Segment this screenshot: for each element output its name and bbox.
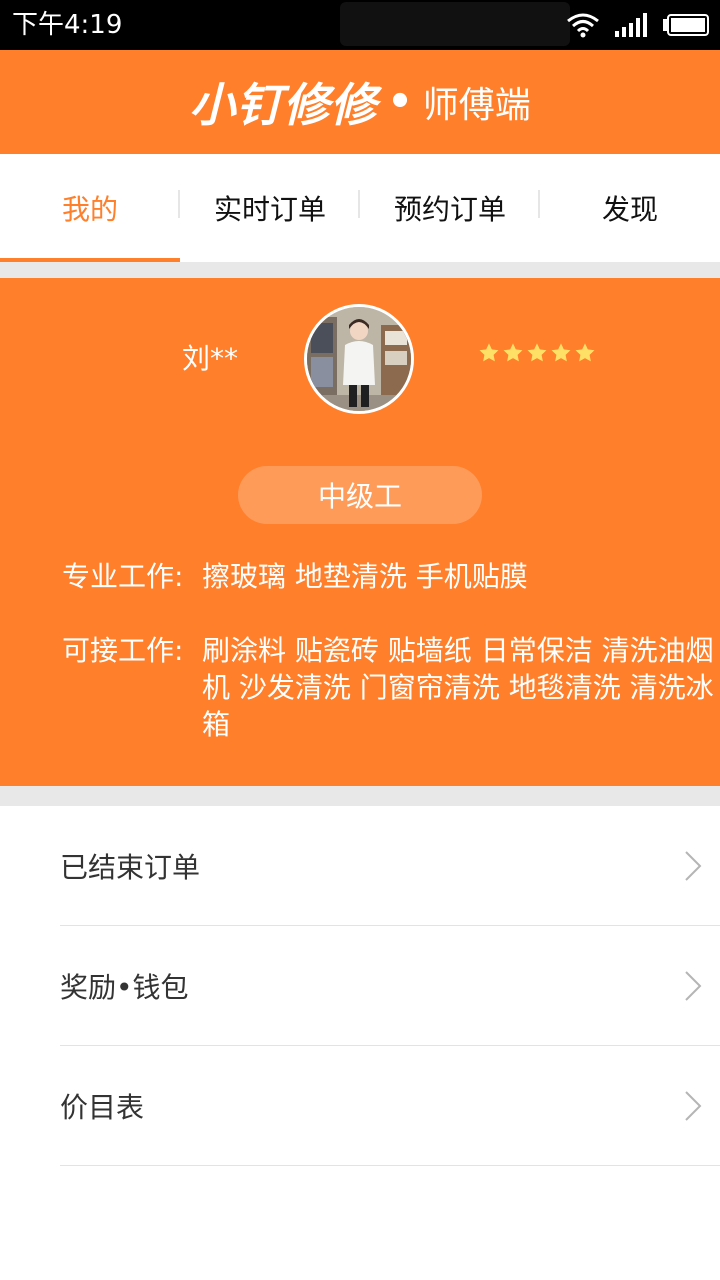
menu-item-label: 奖励•钱包 [60, 970, 189, 1004]
tab-label: 我的 [61, 193, 118, 226]
level-badge: 中级工 [238, 466, 482, 524]
status-icons [566, 10, 710, 40]
tab-discover[interactable]: 发现 [540, 154, 720, 262]
menu-list: 已结束订单 奖励•钱包 价目表 [0, 806, 720, 1166]
chevron-right-icon [684, 850, 702, 882]
menu-item-price-list[interactable]: 价目表 [60, 1046, 720, 1166]
status-bar: 下午4:19 [0, 0, 720, 50]
chevron-right-icon [684, 1090, 702, 1122]
star-icon [502, 342, 524, 364]
tab-mine[interactable]: 我的 [0, 154, 180, 262]
star-icon [478, 342, 500, 364]
menu-item-label: 价目表 [60, 1090, 145, 1124]
menu-item-label: 已结束订单 [60, 850, 201, 884]
status-time: 下午4:19 [12, 10, 123, 40]
available-work-label: 可接工作: [62, 634, 184, 667]
signal-icon [614, 13, 648, 37]
tab-label: 发现 [601, 193, 658, 226]
available-work-value: 刷涂料 贴瓷砖 贴墙纸 日常保洁 清洗油烟机 沙发清洗 门窗帘清洗 地毯清洗 清… [202, 634, 714, 741]
avatar[interactable] [304, 304, 414, 414]
tab-label: 预约订单 [393, 193, 506, 226]
app-header: 小钉修修 • 师傅端 [0, 50, 720, 154]
menu-item-finished-orders[interactable]: 已结束订单 [60, 806, 720, 926]
star-icon [550, 342, 572, 364]
available-work-row: 可接工作: 刷涂料 贴瓷砖 贴墙纸 日常保洁 清洗油烟机 沙发清洗 门窗帘清洗 … [62, 632, 716, 743]
specialty-row: 专业工作: 擦玻璃 地垫清洗 手机贴膜 [62, 558, 716, 595]
brand-main: 小钉修修 [189, 78, 378, 132]
wifi-icon [566, 12, 600, 38]
brand-sub: 师傅端 [422, 85, 531, 126]
tab-realtime-orders[interactable]: 实时订单 [180, 154, 360, 262]
tab-label: 实时订单 [213, 193, 326, 226]
tab-scheduled-orders[interactable]: 预约订单 [360, 154, 540, 262]
brand-dot: • [387, 79, 413, 125]
section-gap [0, 786, 720, 806]
battery-icon [662, 13, 710, 37]
rating-stars [478, 342, 596, 364]
star-icon [526, 342, 548, 364]
section-gap [0, 262, 720, 278]
worker-name: 刘** [182, 342, 239, 375]
star-icon [574, 342, 596, 364]
brand-logo: 小钉修修 • 师傅端 [0, 50, 720, 154]
profile-card: 刘** 中级工 专业工作: 擦玻璃 地垫清洗 手机贴膜 可接工作: 刷涂料 贴瓷… [0, 278, 720, 786]
chevron-right-icon [684, 970, 702, 1002]
menu-item-rewards-wallet[interactable]: 奖励•钱包 [60, 926, 720, 1046]
specialty-label: 专业工作: [62, 560, 184, 593]
status-notch [340, 2, 570, 46]
specialty-value: 擦玻璃 地垫清洗 手机贴膜 [202, 560, 528, 593]
tab-bar: 我的 实时订单 预约订单 发现 [0, 154, 720, 262]
